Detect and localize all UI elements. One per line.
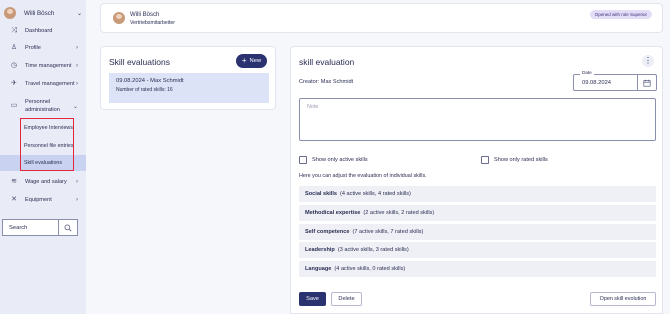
- save-button[interactable]: Save: [299, 292, 326, 306]
- status-badge: Opened with role Superior: [589, 10, 652, 19]
- list-item-title: 09.08.2024 - Max Schmidt: [116, 78, 184, 84]
- employee-role: Vertriebsmitarbeiter: [130, 20, 175, 26]
- sidebar-item-label: Dashboard: [25, 28, 53, 34]
- skill-category-row[interactable]: Language (4 active skills, 0 rated skill…: [299, 261, 656, 277]
- date-label: Date: [580, 70, 594, 75]
- creator-label: Creator:: [299, 79, 320, 85]
- sidebar-item-equipment[interactable]: ✕ Equipment ›: [0, 194, 86, 206]
- sidebar-item-dashboard[interactable]: ⤨ Dashboard: [0, 25, 86, 37]
- skill-category-name: Self competence: [305, 229, 350, 235]
- checkbox-label: Show only rated skills: [494, 157, 548, 163]
- skill-category-row[interactable]: Leadership (3 active skills, 3 rated ski…: [299, 242, 656, 258]
- chevron-down-icon: ⌄: [76, 10, 82, 17]
- search-input[interactable]: Search: [2, 219, 78, 236]
- skill-category-name: Language: [305, 266, 332, 272]
- chevron-right-icon: ›: [76, 179, 78, 185]
- airplane-icon: ✈: [11, 80, 17, 87]
- money-icon: ≋: [11, 178, 17, 185]
- checkbox-label: Show only active skills: [312, 157, 368, 163]
- chevron-right-icon: ›: [76, 63, 78, 69]
- chevron-right-icon: ›: [76, 45, 78, 51]
- sidebar-item-profile[interactable]: ♙ Profile ›: [0, 42, 86, 54]
- checkbox[interactable]: [299, 156, 307, 164]
- skill-category-detail: (2 active skills, 2 rated skills): [363, 210, 435, 216]
- sidebar-item-time-management[interactable]: ◷ Time management ›: [0, 60, 86, 72]
- skill-category-row[interactable]: Methodical expertise (2 active skills, 2…: [299, 205, 656, 221]
- sidebar-user-name: Willi Bösch: [24, 9, 55, 17]
- avatar: [113, 12, 125, 24]
- sidebar-user-menu[interactable]: Willi Bösch ⌄: [4, 5, 82, 21]
- new-button-label: New: [249, 58, 262, 64]
- list-item-subtitle: Number of rated skills: 16: [116, 87, 173, 93]
- skill-evaluations-panel: Skill evaluations + New 09.08.2024 - Max…: [100, 46, 276, 110]
- rated-skills-checkbox[interactable]: Show only rated skills: [481, 156, 548, 164]
- chevron-right-icon: ›: [76, 81, 78, 87]
- delete-button[interactable]: Delete: [331, 292, 362, 306]
- date-field[interactable]: Date 09.08.2024: [573, 70, 657, 91]
- more-options-icon[interactable]: ⋮: [642, 55, 654, 67]
- new-button[interactable]: + New: [236, 54, 267, 68]
- skill-category-name: Methodical expertise: [305, 210, 361, 216]
- sidebar-item-wage-and-salary[interactable]: ≋ Wage and salary ›: [0, 176, 86, 188]
- checkbox[interactable]: [481, 156, 489, 164]
- active-skills-checkbox[interactable]: Show only active skills: [299, 156, 368, 164]
- date-value: 09.08.2024: [574, 75, 638, 90]
- chevron-down-icon: ⌄: [72, 103, 78, 110]
- skill-category-name: Leadership: [305, 247, 335, 253]
- sidebar-item-personnel-administration[interactable]: ▭ Personnel administration ⌄: [0, 97, 86, 115]
- search-placeholder: Search: [3, 220, 59, 235]
- search-icon[interactable]: [59, 224, 77, 232]
- skill-category-name: Social skills: [305, 191, 338, 197]
- chevron-right-icon: ›: [76, 197, 78, 203]
- creator-name: Max Schmidt: [320, 79, 354, 85]
- tools-icon: ✕: [11, 196, 17, 203]
- dashboard-icon: ⤨: [11, 27, 17, 34]
- plus-icon: +: [241, 56, 247, 65]
- person-icon: ♙: [10, 44, 18, 51]
- highlight-box: [20, 118, 74, 171]
- clock-icon: ◷: [10, 62, 18, 69]
- skill-category-detail: (4 active skills, 0 rated skills): [334, 266, 406, 272]
- employee-header: Willi Bösch Vertriebsmitarbeiter Opened …: [100, 3, 663, 33]
- skill-category-row[interactable]: Social skills (4 active skills, 4 rated …: [299, 186, 656, 202]
- creator-info: Creator: Max Schmidt: [299, 79, 353, 85]
- avatar: [4, 7, 16, 19]
- sidebar-item-travel-management[interactable]: ✈ Travel management ›: [0, 78, 86, 90]
- list-item[interactable]: 09.08.2024 - Max Schmidt Number of rated…: [109, 73, 269, 103]
- skill-category-detail: (3 active skills, 3 rated skills): [337, 247, 409, 253]
- skill-category-row[interactable]: Self competence (7 active skills, 7 rate…: [299, 224, 656, 240]
- note-field[interactable]: Note: [299, 98, 656, 141]
- sidebar: Willi Bösch ⌄ ⤨ Dashboard ♙ Profile › ◷ …: [0, 0, 86, 314]
- skill-category-detail: (4 active skills, 4 rated skills): [340, 191, 411, 197]
- panel-title: Skill evaluations: [109, 57, 170, 67]
- note-placeholder: Note: [307, 104, 319, 110]
- panel-title: skill evaluation: [299, 57, 355, 67]
- skill-category-detail: (7 active skills, 7 rated skills): [352, 229, 424, 235]
- skill-evaluation-detail: skill evaluation ⋮ Creator: Max Schmidt …: [290, 46, 663, 314]
- employee-name: Willi Bösch: [130, 12, 160, 18]
- folder-icon: ▭: [10, 102, 18, 109]
- hint-text: Here you can adjust the evaluation of in…: [299, 173, 427, 179]
- calendar-icon[interactable]: [638, 79, 656, 87]
- open-skill-evolution-button[interactable]: Open skill evolution: [590, 292, 656, 306]
